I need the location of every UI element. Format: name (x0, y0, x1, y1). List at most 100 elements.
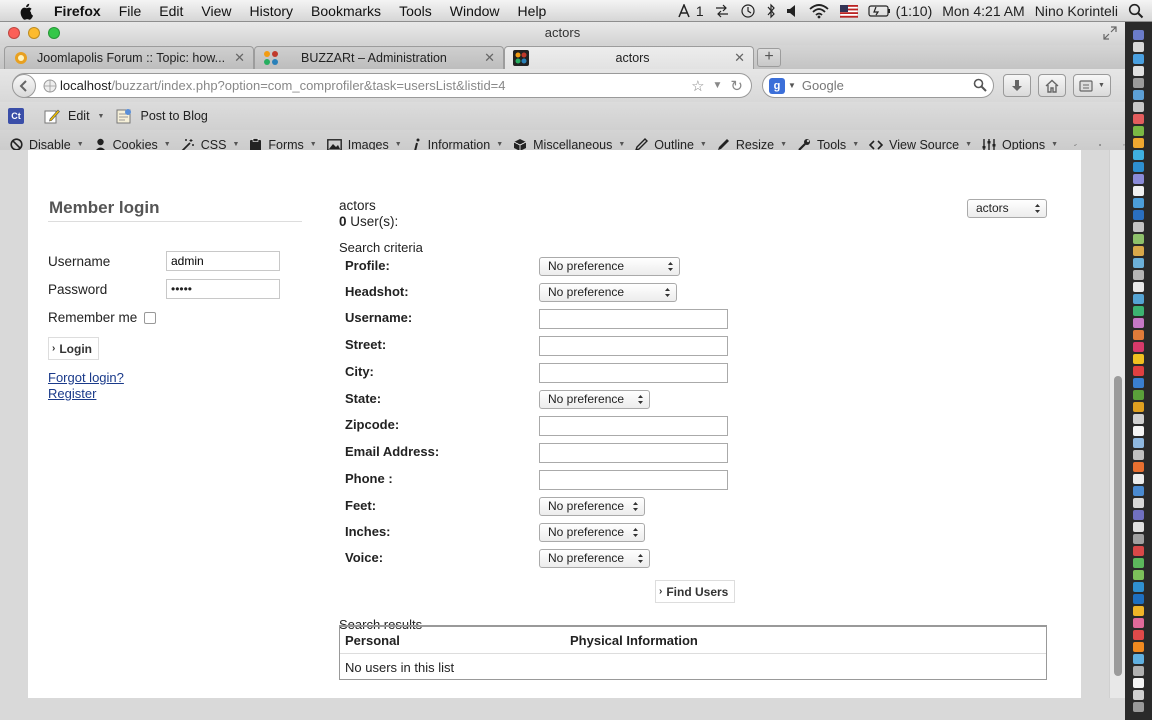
time-machine-icon[interactable] (740, 3, 756, 19)
address-bar[interactable]: localhost/buzzart/index.php?option=com_c… (12, 73, 752, 98)
dock-app-icon[interactable] (1133, 558, 1144, 568)
dock-app-icon[interactable] (1133, 426, 1144, 436)
dock-app-icon[interactable] (1133, 354, 1144, 364)
us-flag-icon[interactable] (839, 4, 858, 18)
menu-firefox[interactable]: Firefox (54, 3, 110, 19)
forgot-login-link[interactable]: Forgot login? (48, 370, 124, 385)
volume-icon[interactable] (786, 4, 798, 18)
dock-app-icon[interactable] (1133, 78, 1144, 88)
dock-app-icon[interactable] (1133, 342, 1144, 352)
dock-app-icon[interactable] (1133, 306, 1144, 316)
dock-app-icon[interactable] (1133, 30, 1144, 40)
google-engine-icon[interactable]: g (769, 77, 785, 94)
register-link[interactable]: Register (48, 386, 96, 401)
find-users-button[interactable]: › Find Users (655, 580, 736, 603)
tab-buzzart-admin[interactable]: BUZZARt – Administration ✕ (254, 46, 504, 69)
state-select[interactable]: No preference (539, 390, 650, 409)
dock-app-icon[interactable] (1133, 498, 1144, 508)
bookmark-ct[interactable]: Ct (8, 108, 32, 124)
dock-app-icon[interactable] (1133, 246, 1144, 256)
menu-file[interactable]: File (110, 3, 151, 19)
dock-app-icon[interactable] (1133, 618, 1144, 628)
back-button[interactable] (12, 73, 36, 98)
battery-status[interactable]: (1:10) (868, 3, 932, 19)
search-bar[interactable]: g ▼ Google (762, 73, 994, 98)
wifi-icon[interactable] (808, 3, 830, 19)
engine-dropdown-icon[interactable]: ▼ (788, 81, 796, 90)
dock-app-icon[interactable] (1133, 150, 1144, 160)
zipcode-input[interactable] (539, 416, 728, 436)
dock-app-icon[interactable] (1133, 546, 1144, 556)
close-window-button[interactable] (8, 27, 20, 39)
scrollbar-thumb[interactable] (1114, 376, 1122, 676)
spotlight-icon[interactable] (1128, 3, 1144, 19)
history-dropdown-icon[interactable]: ▼ (713, 77, 723, 95)
username-search-input[interactable] (539, 309, 728, 329)
bookmark-edit[interactable]: Edit ▼ (44, 108, 104, 124)
dock-app-icon[interactable] (1133, 282, 1144, 292)
tab-actors[interactable]: actors ✕ (504, 46, 754, 69)
dock-app-icon[interactable] (1133, 450, 1144, 460)
password-field[interactable]: ••••• (166, 279, 280, 299)
username-field[interactable] (166, 251, 280, 271)
validate-checkmark-icon[interactable] (1074, 139, 1077, 151)
profile-select[interactable]: No preference (539, 257, 680, 276)
dock-app-icon[interactable] (1133, 534, 1144, 544)
sync-icon[interactable] (714, 4, 730, 18)
bookmark-post-to-blog[interactable]: Post to Blog (116, 108, 208, 124)
dock-app-icon[interactable] (1133, 294, 1144, 304)
dock-app-icon[interactable] (1133, 654, 1144, 664)
menu-edit[interactable]: Edit (150, 3, 192, 19)
dock-app-icon[interactable] (1133, 270, 1144, 280)
dock-app-icon[interactable] (1133, 66, 1144, 76)
dock-app-icon[interactable] (1133, 606, 1144, 616)
dock-app-icon[interactable] (1133, 678, 1144, 688)
street-input[interactable] (539, 336, 728, 356)
bookmark-star-icon[interactable]: ☆ (691, 77, 704, 95)
headshot-select[interactable]: No preference (539, 283, 677, 302)
menu-history[interactable]: History (240, 3, 302, 19)
dock-app-icon[interactable] (1133, 414, 1144, 424)
downloads-button[interactable] (1003, 74, 1031, 97)
tab-close-icon[interactable]: ✕ (234, 50, 245, 66)
menu-window[interactable]: Window (441, 3, 509, 19)
dock-app-icon[interactable] (1133, 330, 1144, 340)
dock-app-icon[interactable] (1133, 570, 1144, 580)
email-input[interactable] (539, 443, 728, 463)
dock-app-icon[interactable] (1133, 42, 1144, 52)
dock-app-icon[interactable] (1133, 438, 1144, 448)
dock-app-icon[interactable] (1133, 102, 1144, 112)
inches-select[interactable]: No preference (539, 523, 645, 542)
login-button[interactable]: › Login (48, 337, 99, 360)
dock-app-icon[interactable] (1133, 198, 1144, 208)
dock-app-icon[interactable] (1133, 126, 1144, 136)
voice-select[interactable]: No preference (539, 549, 650, 568)
tab-joomlapolis[interactable]: Joomlapolis Forum :: Topic: how... ✕ (4, 46, 254, 69)
dock-app-icon[interactable] (1133, 54, 1144, 64)
menu-help[interactable]: Help (509, 3, 556, 19)
dock-app-icon[interactable] (1133, 222, 1144, 232)
dock-app-icon[interactable] (1133, 234, 1144, 244)
fullscreen-icon[interactable] (1103, 26, 1117, 40)
dock-app-icon[interactable] (1133, 90, 1144, 100)
phone-input[interactable] (539, 470, 728, 490)
search-icon[interactable] (973, 78, 987, 92)
dock-app-icon[interactable] (1133, 582, 1144, 592)
feet-select[interactable]: No preference (539, 497, 645, 516)
tab-close-icon[interactable]: ✕ (484, 50, 495, 66)
city-input[interactable] (539, 363, 728, 383)
page-scrollbar[interactable] (1109, 150, 1125, 698)
input-source-icon[interactable]: 1 (678, 3, 704, 19)
menu-tools[interactable]: Tools (390, 3, 441, 19)
list-selector[interactable]: actors (967, 199, 1047, 218)
dock-app-icon[interactable] (1133, 402, 1144, 412)
bookmark-edit-dropdown-icon[interactable]: ▼ (98, 113, 105, 120)
dock-app-icon[interactable] (1133, 366, 1144, 376)
close-toolbar-icon[interactable] (1098, 139, 1102, 151)
dock-app-icon[interactable] (1133, 174, 1144, 184)
minimize-window-button[interactable] (28, 27, 40, 39)
dock-app-icon[interactable] (1133, 462, 1144, 472)
menu-view[interactable]: View (192, 3, 240, 19)
dock-app-icon[interactable] (1133, 486, 1144, 496)
dock-app-icon[interactable] (1133, 162, 1144, 172)
